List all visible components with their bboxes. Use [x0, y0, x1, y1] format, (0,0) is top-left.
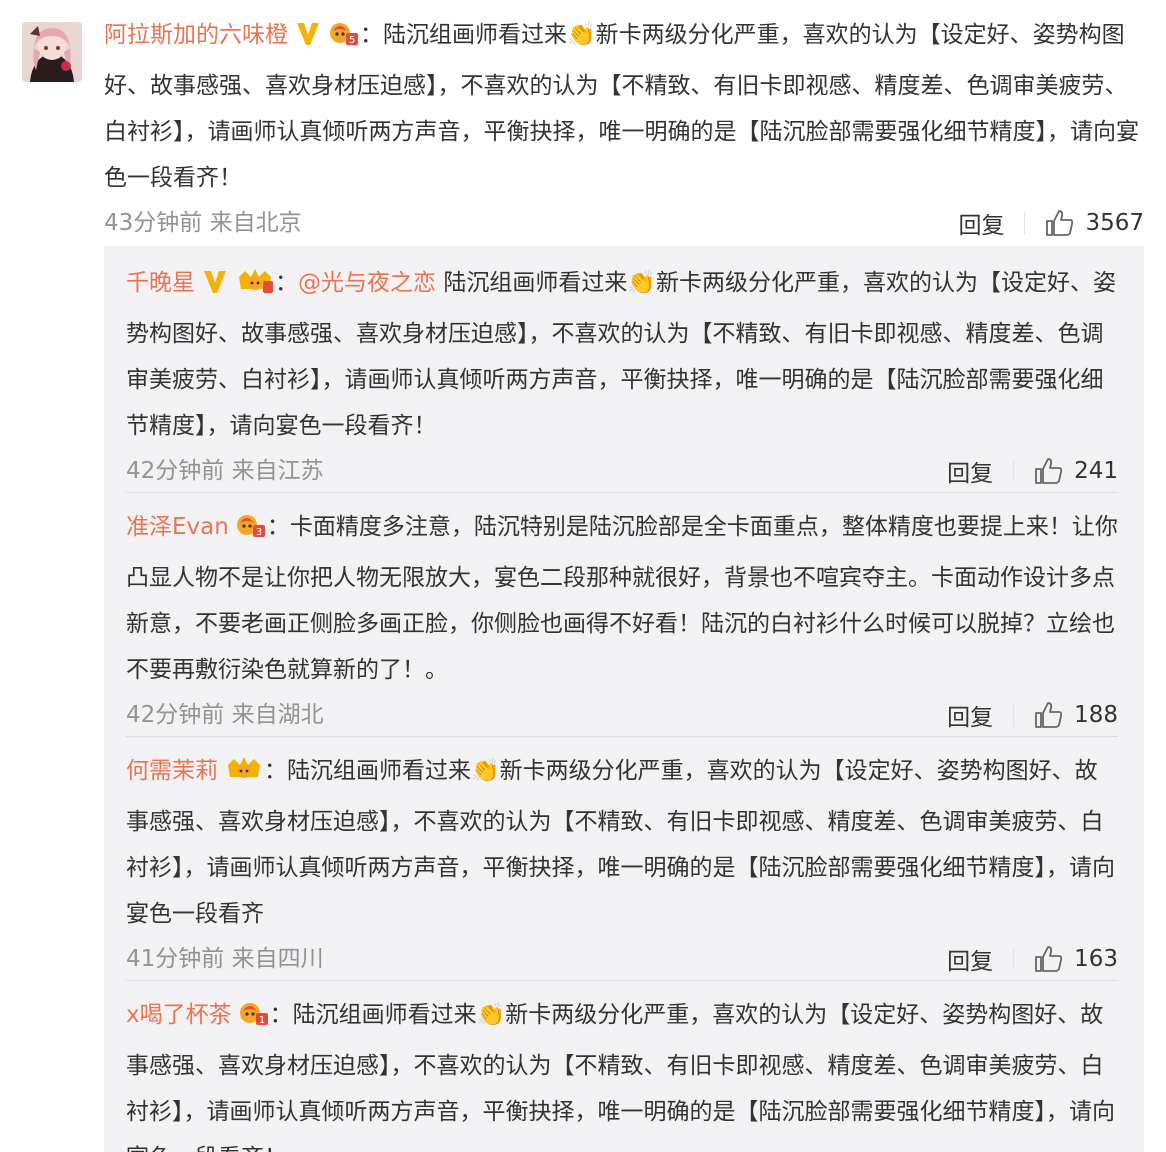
divider: [1024, 212, 1026, 234]
thumbs-up-icon: [1035, 458, 1063, 484]
reply-item: 千晚星 ：@光与夜之恋 陆沉组画师看过来👏新卡两级分化严重，喜欢的认为【设定好、姿…: [126, 260, 1118, 495]
reply-actions: 回复 241: [947, 451, 1118, 491]
reply-text: 准泽Evan 3 ：卡面精度多注意，陆沉特别是陆沉脸部是全卡面重点，整体精度也要提上…: [126, 504, 1118, 693]
thumbs-up-icon: [1035, 702, 1063, 728]
username[interactable]: 阿拉斯加的六味橙: [104, 22, 288, 48]
svg-text:3: 3: [256, 527, 262, 538]
comment-actions: 回复 3567: [958, 203, 1144, 243]
reply-meta: 42分钟前 来自湖北 回复 188: [126, 693, 1118, 739]
like-count: 241: [1074, 458, 1118, 484]
like-button[interactable]: 188: [1034, 701, 1118, 729]
reply-text: 千晚星 ：@光与夜之恋 陆沉组画师看过来👏新卡两级分化严重，喜欢的认为【设定好、姿…: [126, 260, 1118, 449]
fan-badge-icon: 5: [328, 17, 360, 63]
replies-panel: 千晚星 ：@光与夜之恋 陆沉组画师看过来👏新卡两级分化严重，喜欢的认为【设定好、姿…: [104, 246, 1144, 1152]
comment-meta: 43分钟前 来自北京 回复 3567: [104, 201, 1144, 247]
like-count: 163: [1074, 946, 1118, 972]
reply-actions: 回复 163: [947, 939, 1118, 979]
thumbs-up-icon: [1035, 946, 1063, 972]
timestamp: 43分钟前 来自北京: [104, 210, 302, 236]
reply-divider: [126, 492, 1118, 493]
timestamp: 41分钟前 来自四川: [126, 946, 324, 972]
reply-actions: 回复 188: [947, 695, 1118, 735]
comment-text: 阿拉斯加的六味橙 5 ：陆沉组画师看过来👏新卡两级分化严重，喜欢的认为【设定好、姿势…: [104, 12, 1144, 201]
timestamp: 42分钟前 来自江苏: [126, 458, 324, 484]
divider: [1013, 704, 1015, 726]
like-button[interactable]: 241: [1034, 457, 1118, 485]
svg-text:5: 5: [349, 35, 355, 46]
like-count: 3567: [1085, 210, 1144, 236]
username[interactable]: 何需茉莉: [126, 758, 218, 784]
reply-divider: [126, 980, 1118, 981]
reply-button[interactable]: 回复: [958, 206, 1004, 240]
divider: [1013, 460, 1015, 482]
reply-item: 准泽Evan 3 ：卡面精度多注意，陆沉特别是陆沉脸部是全卡面重点，整体精度也要提上…: [126, 504, 1118, 739]
mention-link[interactable]: @光与夜之恋: [298, 270, 436, 296]
fan-badge-icon: 1: [238, 997, 270, 1043]
reply-button[interactable]: 回复: [947, 942, 993, 976]
reply-button[interactable]: 回复: [947, 454, 993, 488]
reply-divider: [126, 736, 1118, 737]
username[interactable]: x喝了杯茶: [126, 1002, 232, 1028]
like-count: 188: [1074, 702, 1118, 728]
avatar[interactable]: [22, 22, 82, 82]
reply-text: x喝了杯茶 1 ：陆沉组画师看过来👏新卡两级分化严重，喜欢的认为【设定好、姿势构图好…: [126, 992, 1118, 1152]
reply-meta: 42分钟前 来自江苏 回复 241: [126, 449, 1118, 495]
v-badge-icon: [201, 265, 229, 311]
reply-text: 何需茉莉 ：陆沉组画师看过来👏新卡两级分化严重，喜欢的认为【设定好、姿势构图好、故…: [126, 748, 1118, 937]
crown-badge-icon: [224, 753, 264, 799]
username[interactable]: 准泽Evan: [126, 514, 229, 540]
divider: [1013, 948, 1015, 970]
reply-item: x喝了杯茶 1 ：陆沉组画师看过来👏新卡两级分化严重，喜欢的认为【设定好、姿势构图好…: [126, 992, 1118, 1152]
crown-badge-icon: [235, 265, 275, 311]
reply-item: 何需茉莉 ：陆沉组画师看过来👏新卡两级分化严重，喜欢的认为【设定好、姿势构图好、故…: [126, 748, 1118, 983]
timestamp: 42分钟前 来自湖北: [126, 702, 324, 728]
main-comment-body: 阿拉斯加的六味橙 5 ：陆沉组画师看过来👏新卡两级分化严重，喜欢的认为【设定好、姿势…: [104, 12, 1144, 247]
like-button[interactable]: 3567: [1045, 209, 1144, 237]
like-button[interactable]: 163: [1034, 945, 1118, 973]
reply-button[interactable]: 回复: [947, 698, 993, 732]
username[interactable]: 千晚星: [126, 270, 195, 296]
thumbs-up-icon: [1046, 210, 1074, 236]
svg-text:1: 1: [258, 1015, 264, 1026]
fan-badge-icon: 3: [235, 509, 267, 555]
v-badge-icon: [294, 17, 322, 63]
reply-meta: 41分钟前 来自四川 回复 163: [126, 937, 1118, 983]
